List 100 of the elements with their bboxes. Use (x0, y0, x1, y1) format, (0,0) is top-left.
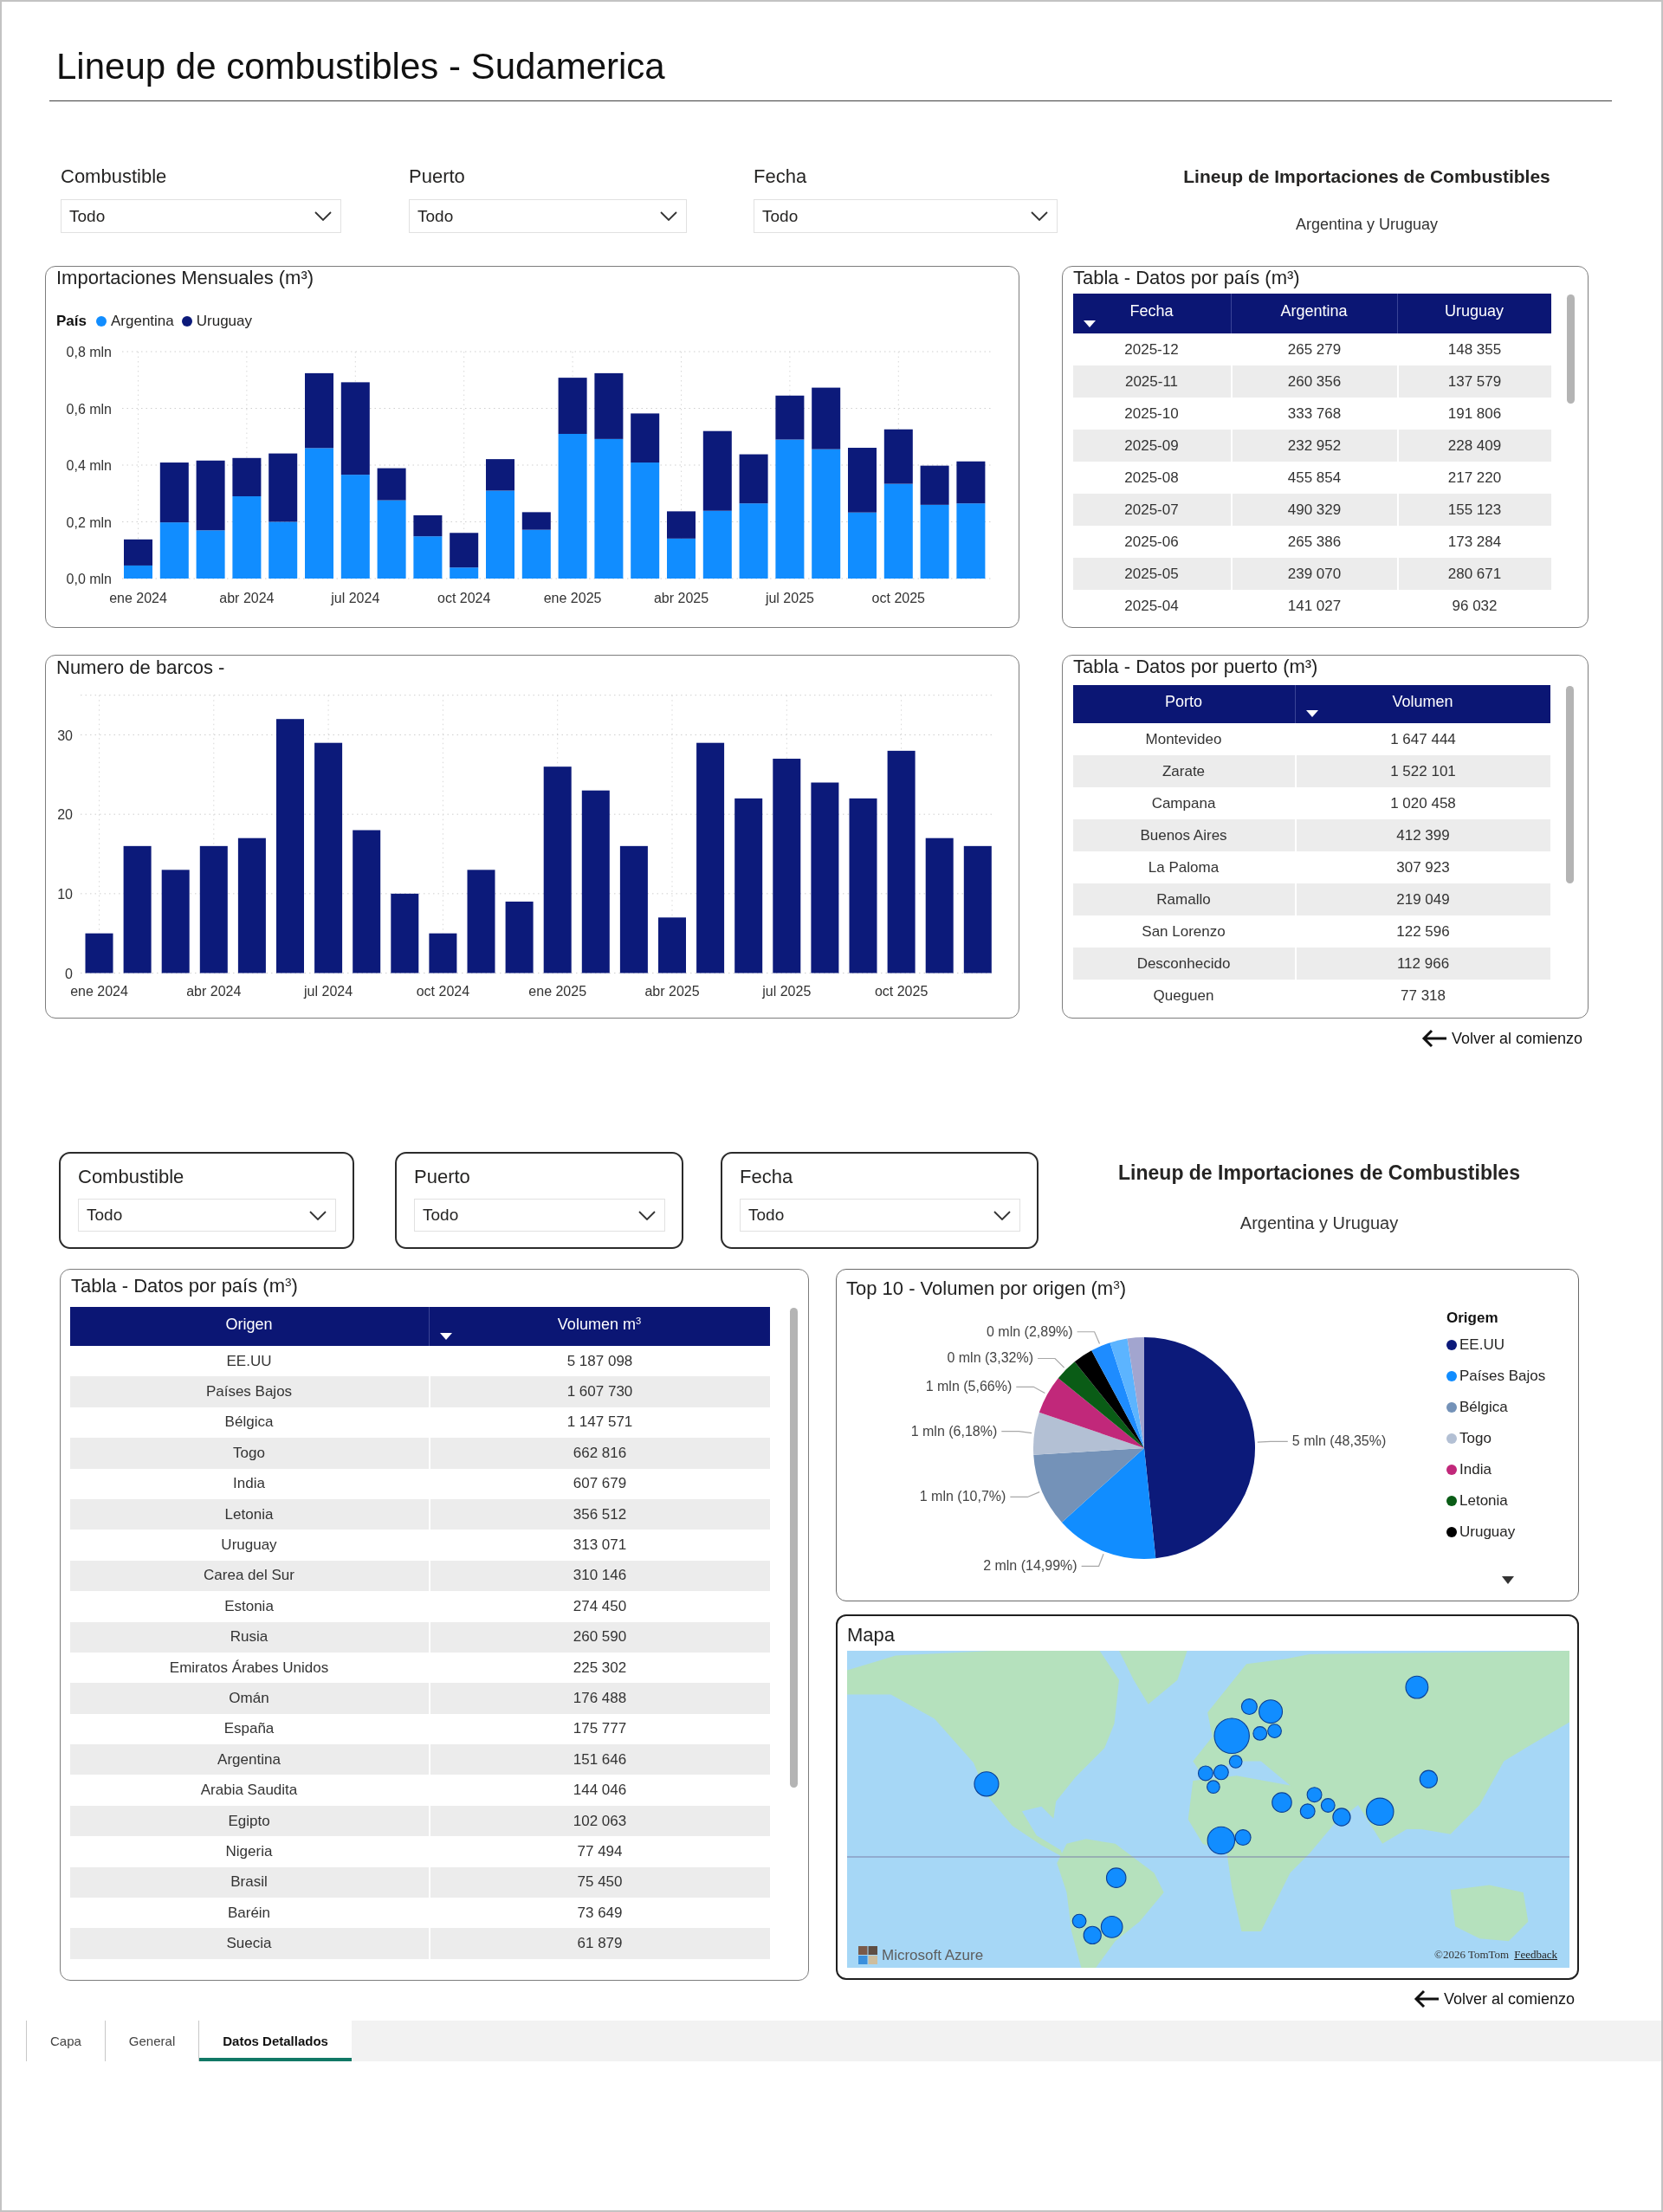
map-bubble-icon[interactable] (1213, 1717, 1250, 1754)
scrollbar-thumb[interactable] (1565, 686, 1574, 883)
axis-label: 30 (57, 728, 73, 743)
axis-label: 0,6 mln (66, 401, 112, 417)
table-cell: Egipto (69, 1805, 429, 1837)
dropdown[interactable]: Todo (754, 199, 1058, 233)
legend-label: EE.UU (1459, 1336, 1504, 1354)
back-link[interactable]: Volver al comienzo (1420, 1027, 1582, 1050)
column-header[interactable]: Uruguay (1396, 294, 1551, 333)
dropdown[interactable]: Todo (78, 1199, 336, 1232)
map-bubble-icon[interactable] (1419, 1769, 1438, 1788)
map-bubble-icon[interactable] (1100, 1915, 1123, 1938)
table-cell: 490 329 (1230, 494, 1397, 526)
table-cell: 102 063 (428, 1805, 770, 1837)
table-cell: Desconhecido (1072, 948, 1295, 980)
map-bubble-icon[interactable] (1366, 1797, 1394, 1827)
map-bubble-icon[interactable] (1405, 1675, 1429, 1699)
map-bubble-icon[interactable] (1213, 1764, 1229, 1781)
map-bubble-icon[interactable] (1267, 1724, 1282, 1739)
map-bubble-icon[interactable] (1228, 1755, 1243, 1769)
table-cell: Rusia (69, 1621, 429, 1653)
map-bubble-icon[interactable] (1234, 1829, 1252, 1847)
back-link[interactable]: Volver al comienzo (1413, 1988, 1575, 2010)
table-title: Tabla - Datos por puerto (m³) (1073, 656, 1318, 678)
column-header[interactable]: Origen (69, 1307, 429, 1346)
table-cell: 239 070 (1230, 558, 1397, 590)
table-cell: Brasil (69, 1866, 429, 1898)
column-header[interactable]: Volumen m$^{3}$ (428, 1307, 770, 1346)
map-bubble-icon[interactable] (974, 1771, 1000, 1797)
data-label: 0 mln (2,89%) (987, 1323, 1073, 1339)
table-cell: Buenos Aires (1072, 819, 1295, 851)
map-bubble-icon[interactable] (1299, 1803, 1316, 1820)
map-bubble-icon[interactable] (1272, 1792, 1292, 1813)
map-bubble-icon[interactable] (1105, 1867, 1127, 1888)
column-header[interactable]: Volumen (1294, 685, 1550, 723)
arrow-left-icon (1413, 1989, 1440, 2008)
filter-label: Puerto (414, 1166, 470, 1188)
chart-bar (159, 522, 189, 579)
map-bubble-icon[interactable] (1197, 1765, 1213, 1782)
table-cell: 219 049 (1294, 883, 1550, 915)
map-bubble-icon[interactable] (1207, 1826, 1236, 1855)
column-header[interactable]: Argentina (1230, 294, 1397, 333)
map-bubble-icon[interactable] (1252, 1726, 1268, 1741)
map-bubble-icon[interactable] (1306, 1787, 1323, 1803)
legend-scroll-arrow-icon[interactable] (1502, 1576, 1514, 1584)
map-bubble-icon[interactable] (1240, 1698, 1258, 1716)
table-cell: 2025-07 (1072, 494, 1231, 526)
dropdown[interactable]: Todo (414, 1199, 665, 1232)
axis-label: jul 2024 (331, 591, 380, 605)
dropdown[interactable]: Todo (61, 199, 341, 233)
axis-label: 0,4 mln (66, 458, 112, 473)
axis-label: ene 2024 (70, 984, 128, 999)
data-label: 1 mln (10,7%) (919, 1489, 1006, 1504)
map-bubble-icon[interactable] (1083, 1925, 1102, 1945)
data-label: 5 mln (48,35%) (1291, 1433, 1387, 1449)
column-header[interactable]: Fecha (1072, 294, 1231, 333)
map-bubble-icon[interactable] (1207, 1780, 1220, 1795)
arrow-left-icon (1420, 1029, 1447, 1048)
axis-label: 10 (57, 886, 73, 902)
filter-label: Combustible (78, 1166, 184, 1188)
table-cell: Zarate (1072, 755, 1295, 787)
legend-label: Letonia (1459, 1492, 1508, 1510)
chart-bar (429, 933, 457, 973)
chart-title: Importaciones Mensuales (m³) (56, 267, 314, 289)
map-bubble-icon[interactable] (1259, 1699, 1284, 1724)
attribution-text: ©2026 TomTom (1434, 1948, 1510, 1962)
axis-label: 20 (57, 807, 73, 823)
filter-label: Puerto (409, 165, 465, 189)
axis-label: abr 2025 (653, 591, 709, 605)
map-bubble-icon[interactable] (1320, 1798, 1336, 1813)
legend-label: Uruguay (196, 312, 253, 331)
map-view[interactable]: Microsoft Azure ©2026 TomTom Feedback (847, 1651, 1569, 1968)
dropdown[interactable]: Todo (740, 1199, 1020, 1232)
axis-label: oct 2024 (437, 591, 491, 605)
feedback-link[interactable]: Feedback (1514, 1948, 1557, 1962)
scrollbar-thumb[interactable] (1566, 294, 1575, 404)
table-cell: 1 607 730 (428, 1376, 770, 1407)
dropdown[interactable]: Todo (409, 199, 687, 233)
scrollbar-thumb[interactable] (789, 1308, 798, 1788)
table-cell: Suecia (69, 1928, 429, 1959)
table-title: Tabla - Datos por país (m³) (1073, 267, 1300, 289)
table-cell: 280 671 (1396, 558, 1551, 590)
chevron-down-icon (660, 211, 677, 221)
table-cell: 112 966 (1294, 948, 1550, 980)
azure-logo-icon (858, 1946, 877, 1964)
legend-label: India (1459, 1461, 1492, 1478)
table-cell: 310 146 (428, 1560, 770, 1592)
filter-label: Fecha (754, 165, 807, 189)
data-label: 2 mln (14,99%) (983, 1558, 1077, 1574)
chevron-down-icon (993, 1210, 1011, 1220)
page-title: Lineup de combustibles - Sudamerica (56, 45, 665, 88)
table-cell: Letonia (69, 1498, 429, 1530)
column-header[interactable]: Porto (1072, 685, 1295, 723)
axis-label: 0 (65, 966, 73, 981)
leader-line (1077, 1331, 1101, 1345)
tab[interactable]: Datos Detallados (198, 2021, 352, 2061)
map-bubble-icon[interactable] (1071, 1913, 1087, 1929)
legend-label: Países Bajos (1459, 1368, 1546, 1385)
axis-label: abr 2025 (644, 984, 700, 999)
map-bubble-icon[interactable] (1332, 1808, 1351, 1827)
